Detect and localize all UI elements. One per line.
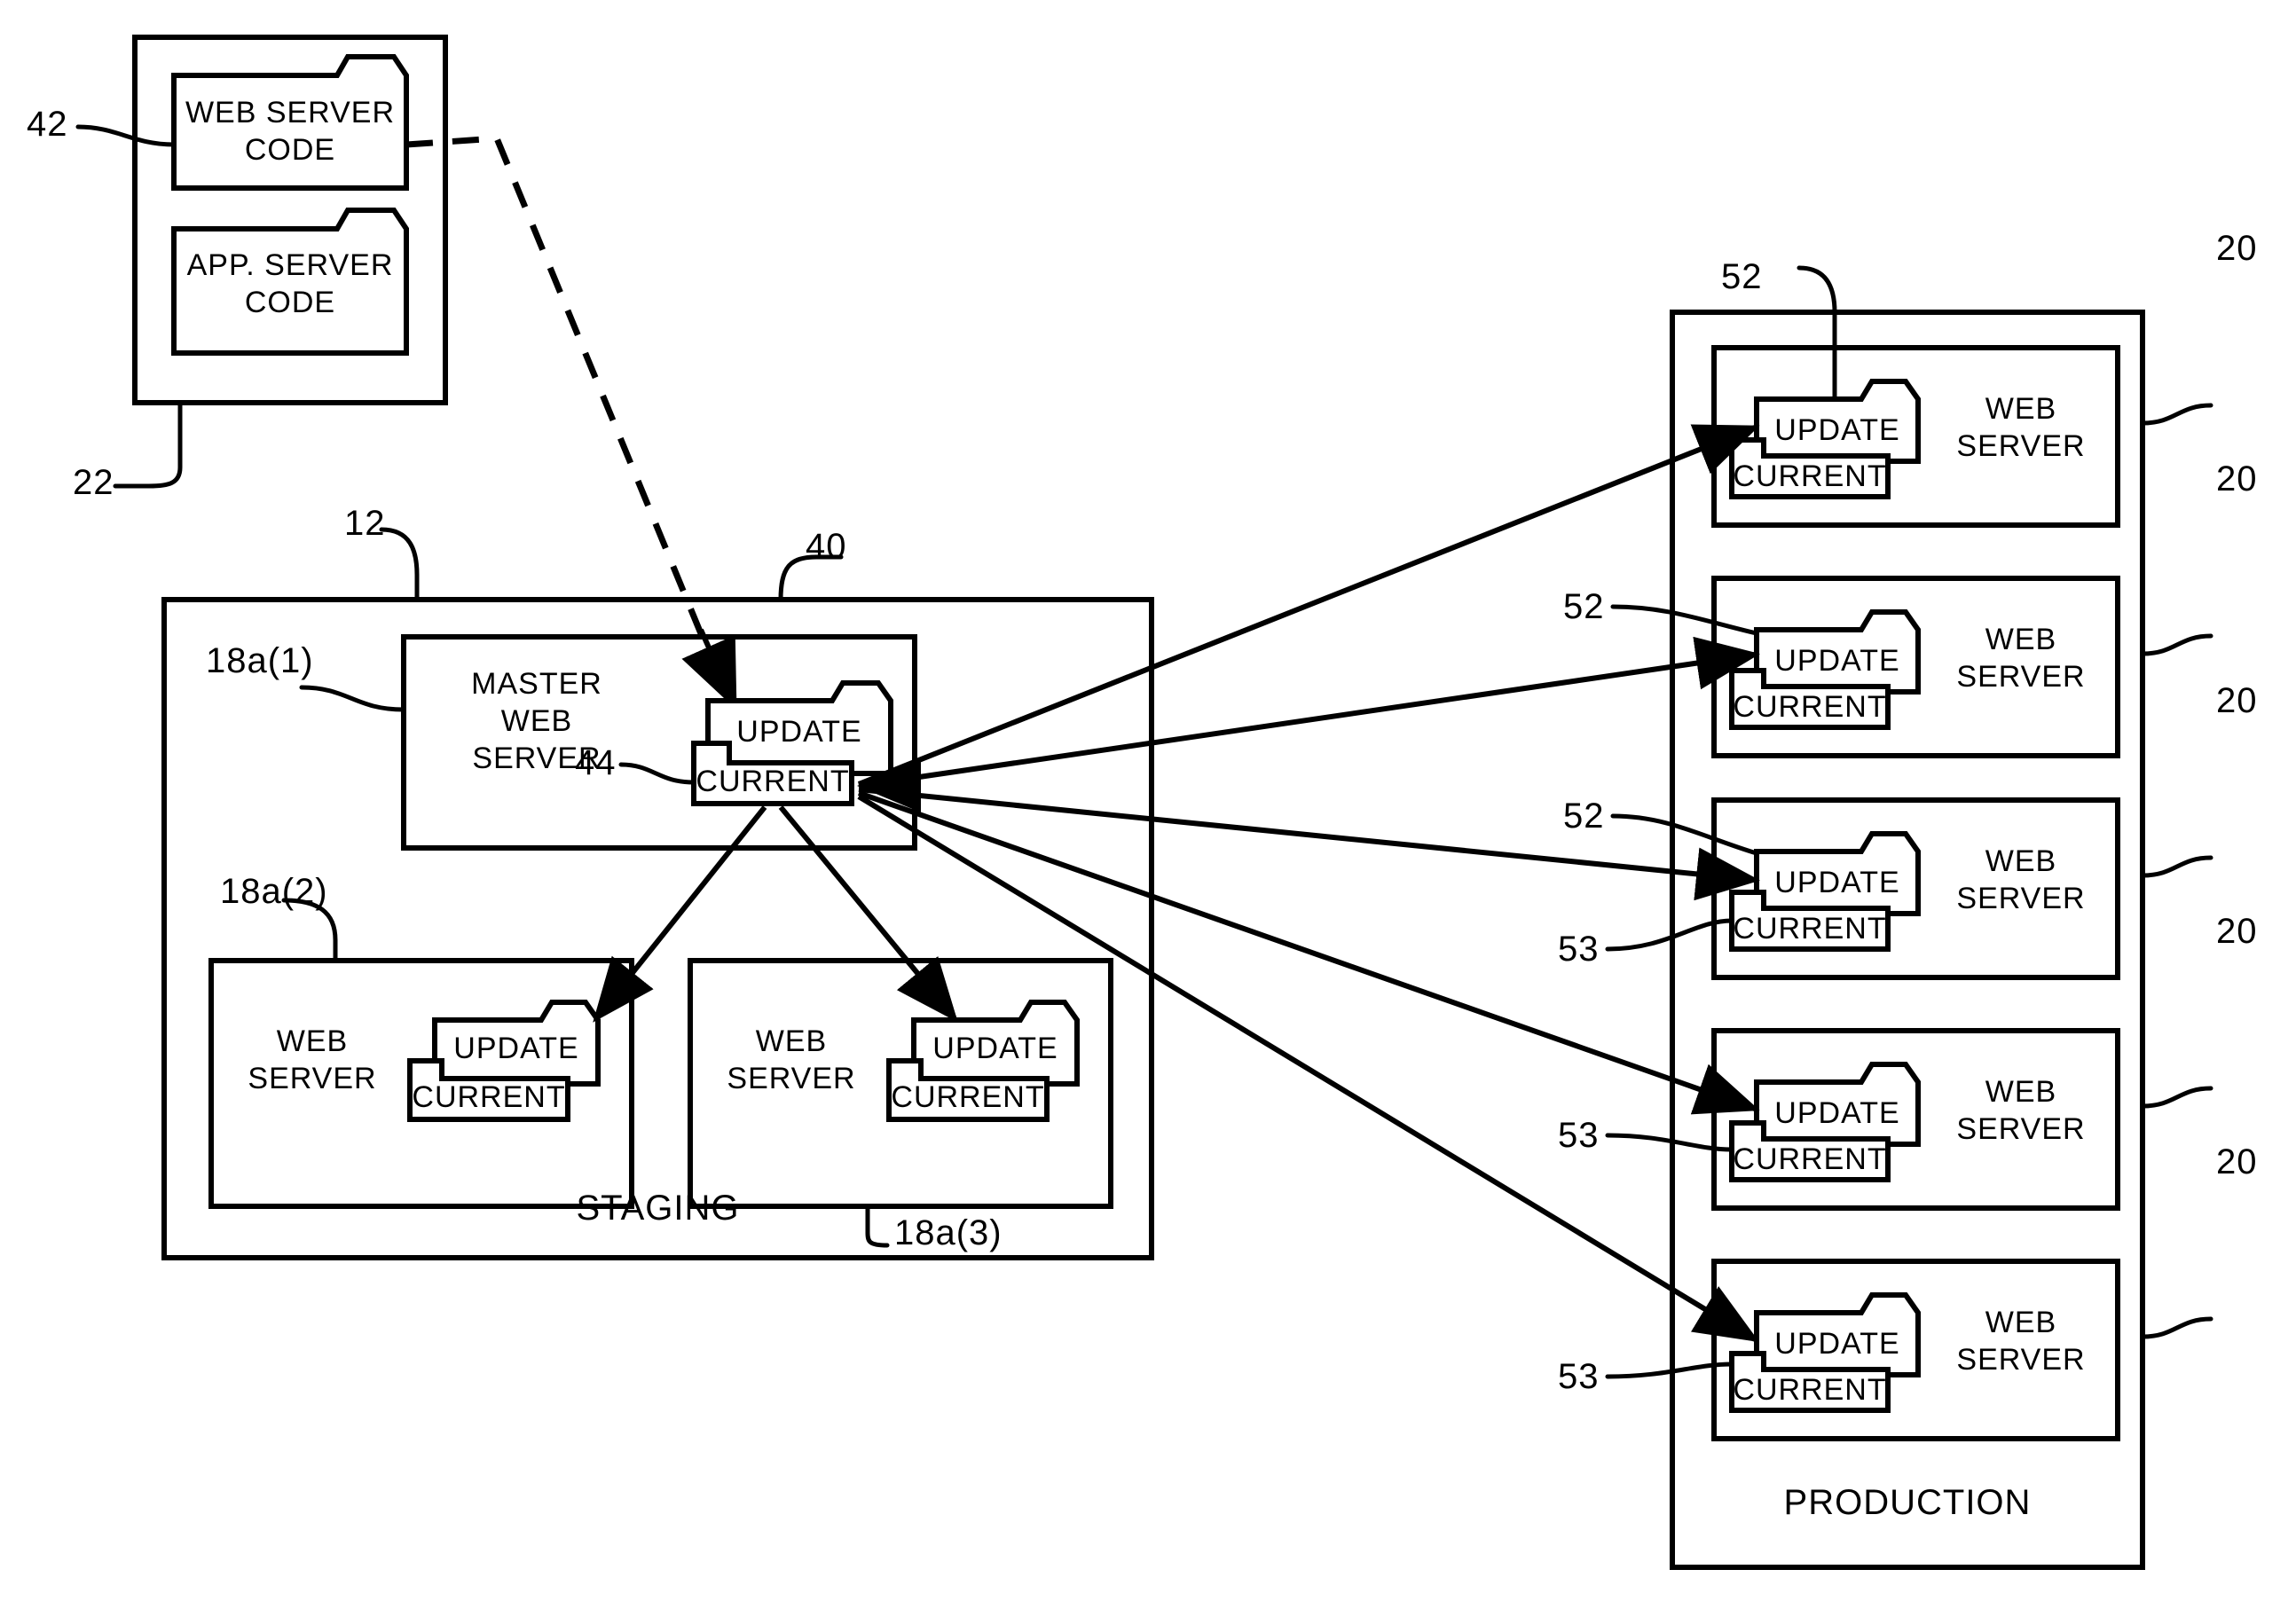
label-current-prod-4: CURRENT [1733, 1142, 1887, 1176]
label-staging-2-line2: SERVER [248, 1062, 377, 1095]
label-update-staging-2: UPDATE [453, 1032, 579, 1065]
label-update-prod-3: UPDATE [1774, 866, 1900, 899]
label-current-staging-3: CURRENT [891, 1080, 1045, 1114]
leader-42 [75, 124, 177, 147]
leader-22 [113, 401, 183, 489]
ref-20-1: 20 [2216, 229, 2258, 268]
label-current-prod-2: CURRENT [1733, 690, 1887, 724]
leader-52-1 [1797, 265, 1837, 402]
label-master-web-server-line3: SERVER [472, 742, 602, 775]
figure-canvas: 42 22 WEB SERVER CODE APP. SERVER CODE 1… [0, 0, 2296, 1601]
staging-caption: STAGING [576, 1189, 740, 1228]
staging-box [161, 597, 1154, 1260]
label-web-server-code-line1: WEB SERVER [185, 96, 396, 129]
label-current-prod-1: CURRENT [1733, 459, 1887, 493]
label-update-staging-3: UPDATE [932, 1032, 1058, 1065]
leader-20-2 [2140, 633, 2213, 656]
ref-18a2: 18a(2) [220, 872, 328, 911]
label-staging-3-line1: WEB [755, 1024, 828, 1058]
label-update-prod-4: UPDATE [1774, 1096, 1900, 1130]
label-current-staging-2: CURRENT [412, 1080, 566, 1114]
leader-52-2 [1610, 604, 1759, 636]
ref-40: 40 [806, 527, 847, 566]
leader-20-3 [2140, 855, 2213, 878]
label-prod-5-line1: WEB [1985, 1306, 2057, 1339]
label-prod-1-line2: SERVER [1956, 429, 2086, 463]
label-prod-4-line2: SERVER [1956, 1112, 2086, 1146]
label-current-prod-5: CURRENT [1733, 1373, 1887, 1407]
label-current-master: CURRENT [696, 765, 850, 798]
leader-12 [379, 527, 420, 602]
leader-52-3 [1610, 813, 1759, 856]
leader-20-1 [2140, 403, 2213, 426]
ref-18a1: 18a(1) [206, 641, 314, 680]
production-caption: PRODUCTION [1783, 1483, 2032, 1522]
label-web-server-code-line2: CODE [244, 133, 336, 167]
ref-22: 22 [73, 463, 114, 502]
label-prod-2-line1: WEB [1985, 623, 2057, 656]
label-prod-1-line1: WEB [1985, 392, 2057, 426]
ref-20-5: 20 [2216, 1142, 2258, 1181]
ref-52-1: 52 [1721, 257, 1763, 296]
ref-53-4: 53 [1558, 1116, 1600, 1155]
label-prod-2-line2: SERVER [1956, 660, 2086, 694]
label-update-prod-1: UPDATE [1774, 413, 1900, 447]
ref-52-3: 52 [1563, 797, 1605, 836]
label-staging-3-line2: SERVER [727, 1062, 856, 1095]
label-prod-5-line2: SERVER [1956, 1343, 2086, 1377]
leader-18a1 [299, 685, 406, 712]
label-app-server-code-line2: CODE [244, 286, 336, 319]
label-app-server-code-line1: APP. SERVER [186, 248, 394, 282]
label-master-web-server-line1: MASTER [471, 667, 602, 701]
ref-20-3: 20 [2216, 681, 2258, 720]
ref-53-5: 53 [1558, 1357, 1600, 1396]
label-update-prod-2: UPDATE [1774, 644, 1900, 678]
arrow-prod-2 [858, 636, 1760, 789]
label-prod-3-line2: SERVER [1956, 882, 2086, 915]
arrow-master-to-staging-2 [593, 805, 767, 1023]
leader-20-4 [2140, 1086, 2213, 1109]
label-prod-4-line1: WEB [1985, 1075, 2057, 1109]
label-current-prod-3: CURRENT [1733, 912, 1887, 946]
label-update-prod-5: UPDATE [1774, 1327, 1900, 1361]
ref-20-2: 20 [2216, 459, 2258, 498]
label-staging-2-line1: WEB [276, 1024, 349, 1058]
ref-12: 12 [344, 504, 386, 543]
ref-20-4: 20 [2216, 912, 2258, 951]
ref-53-3: 53 [1558, 930, 1600, 969]
ref-52-2: 52 [1563, 587, 1605, 626]
arrow-prod-3 [858, 787, 1760, 901]
label-prod-3-line1: WEB [1985, 844, 2057, 878]
label-update-master: UPDATE [736, 715, 862, 749]
label-master-web-server-line2: WEB [500, 704, 573, 738]
dashed-arrowhead [681, 628, 737, 710]
dashed-deploy-path [405, 135, 733, 704]
ref-42: 42 [27, 105, 68, 144]
leader-20-5 [2140, 1316, 2213, 1339]
